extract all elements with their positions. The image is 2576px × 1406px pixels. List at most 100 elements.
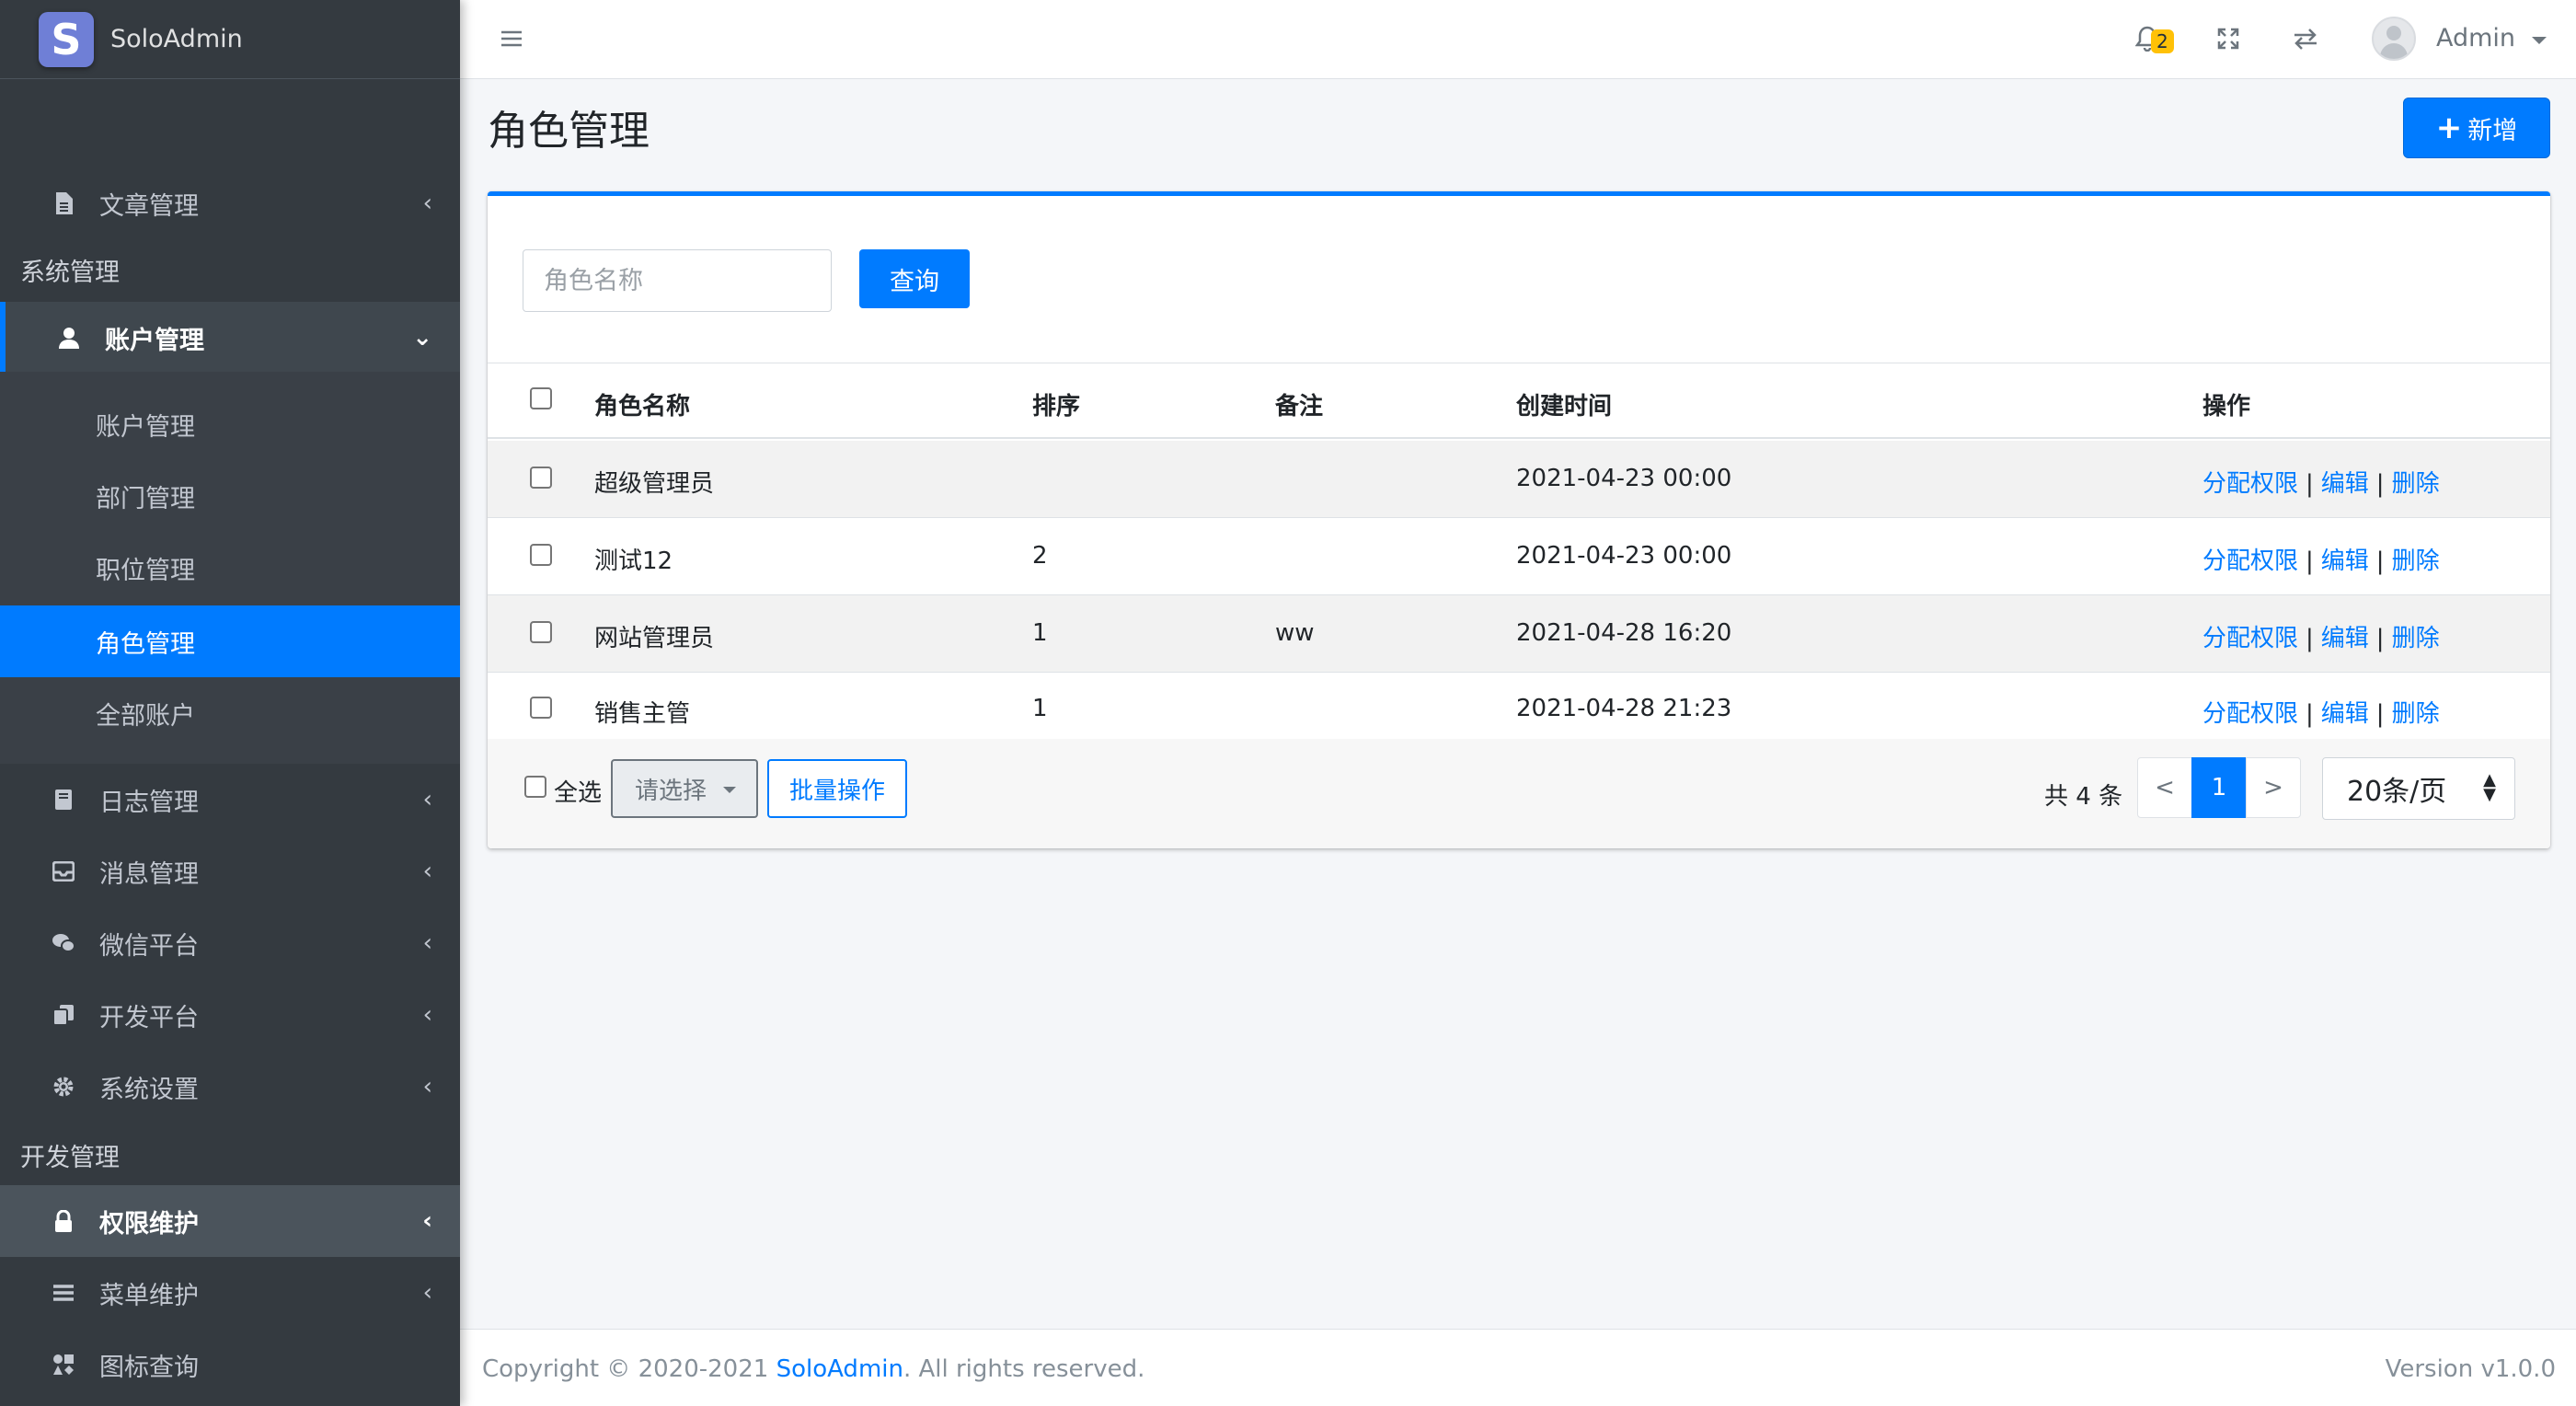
sidebar-subitem-all-accounts[interactable]: 全部账户 [0,677,460,749]
assign-permissions-link[interactable]: 分配权限 [2202,625,2298,652]
sidebar-header-system: 系统管理 [20,259,120,287]
delete-link[interactable]: 删除 [2392,470,2440,498]
batch-operation-button[interactable]: 批量操作 [767,759,907,818]
chevron-left-icon: ‹ [422,1207,432,1235]
query-button[interactable]: 查询 [859,249,970,308]
action-separator: | [2375,700,2385,728]
sidebar-item-articles[interactable]: 文章管理 ‹ [0,167,460,239]
page-footer: Copyright © 2020-2021 SoloAdmin. All rig… [460,1329,2576,1406]
row-checkbox[interactable] [530,697,552,719]
roles-card: 查询 角色名称 排序 备注 创建时间 操作 超级管理员 2021-04-23 0… [488,191,2550,848]
sidebar-header-dev: 开发管理 [20,1144,120,1172]
swap-icon[interactable] [2285,18,2326,59]
delete-link[interactable]: 删除 [2392,547,2440,575]
role-name: 超级管理员 [594,470,715,498]
assign-permissions-link[interactable]: 分配权限 [2202,700,2298,728]
sidebar-subitem-departments[interactable]: 部门管理 [0,460,460,532]
edit-link[interactable]: 编辑 [2321,547,2369,575]
sidebar-item-label: 开发平台 [99,1003,199,1032]
table-footer: 全选 请选择 批量操作 共 4 条 < 1 > 20条/页 ▲ ▼ [488,739,2550,848]
row-actions: 分配权限 | 编辑 | 删除 [2202,542,2440,576]
brand-logo: S [39,11,94,67]
row-checkbox[interactable] [530,621,552,643]
notification-badge: 2 [2151,29,2174,53]
footer-brand-link[interactable]: SoloAdmin [776,1355,903,1383]
sidebar-item-logs[interactable]: 日志管理 ‹ [0,764,460,836]
sidebar-item-icons[interactable]: 图标查询 [0,1329,460,1400]
sidebar: S SoloAdmin 文章管理 ‹ 系统管理 账户管理 ⌄ 账户管理 部门管理… [0,0,460,1406]
sidebar-item-wechat[interactable]: 微信平台 ‹ [0,907,460,979]
caret-down-icon[interactable] [2532,37,2547,44]
column-header-sort: 排序 [1032,393,1081,421]
chevron-left-icon: ‹ [422,929,432,957]
sidebar-item-accounts[interactable]: 账户管理 ⌄ [0,302,460,374]
role-name: 网站管理员 [594,625,715,652]
assign-permissions-link[interactable]: 分配权限 [2202,547,2298,575]
role-name: 测试12 [594,547,673,575]
page-size-select[interactable]: 20条/页 ▲ ▼ [2322,757,2515,820]
sidebar-item-label: 文章管理 [99,191,199,221]
inbox-icon [52,859,75,883]
sidebar-item-messages[interactable]: 消息管理 ‹ [0,836,460,907]
table-row: 销售主管 1 2021-04-28 21:23 分配权限 | 编辑 | 删除 [488,673,2550,739]
menu-toggle-icon[interactable] [491,18,532,59]
add-button[interactable]: + 新增 [2403,98,2550,158]
row-checkbox[interactable] [530,544,552,566]
row-checkbox[interactable] [530,467,552,489]
column-header-actions: 操作 [2202,393,2251,421]
action-separator: | [2306,547,2314,575]
chevron-down-icon: ⌄ [412,324,432,352]
chevron-left-icon: ‹ [422,1073,432,1101]
next-page-button[interactable]: > [2246,757,2301,818]
edit-link[interactable]: 编辑 [2321,700,2369,728]
user-name[interactable]: Admin [2436,24,2515,52]
chevron-left-icon: ‹ [422,786,432,813]
sidebar-subitem-roles[interactable]: 角色管理 [0,605,460,677]
delete-link[interactable]: 删除 [2392,700,2440,728]
file-icon [52,191,75,215]
action-separator: | [2306,470,2314,498]
page-button-current[interactable]: 1 [2191,757,2247,818]
chevron-left-icon: ‹ [422,858,432,885]
page-title: 角色管理 [488,108,650,155]
table-row: 网站管理员 1 ww 2021-04-28 16:20 分配权限 | 编辑 | 删除 [488,595,2550,673]
brand-name: SoloAdmin [110,25,243,53]
fullscreen-icon[interactable] [2208,18,2248,59]
sidebar-item-dev-platform[interactable]: 开发平台 ‹ [0,979,460,1051]
delete-link[interactable]: 删除 [2392,625,2440,652]
select-all-checkbox[interactable] [524,776,546,798]
sidebar-subitem-positions[interactable]: 职位管理 [0,532,460,604]
bars-icon [52,1281,75,1305]
sidebar-item-label: 权限维护 [99,1209,199,1239]
column-header-remark: 备注 [1275,393,1324,421]
lock-icon [52,1209,75,1233]
sidebar-item-menus[interactable]: 菜单维护 ‹ [0,1257,460,1329]
total-count: 共 4 条 [2044,783,2123,811]
add-button-label: 新增 [2467,116,2518,145]
row-actions: 分配权限 | 编辑 | 删除 [2202,695,2440,729]
brand-link[interactable]: S SoloAdmin [0,0,460,79]
prev-page-button[interactable]: < [2137,757,2192,818]
role-name-search-input[interactable] [523,249,832,312]
avatar[interactable] [2372,17,2416,61]
bulk-action-select-value: 请选择 [635,777,707,805]
edit-link[interactable]: 编辑 [2321,470,2369,498]
assign-permissions-link[interactable]: 分配权限 [2202,470,2298,498]
role-sort: 1 [1032,619,1048,647]
sidebar-item-label: 系统设置 [99,1075,199,1104]
sidebar-item-label: 微信平台 [99,931,199,961]
bulk-action-select[interactable]: 请选择 [611,759,758,818]
select-all-header-checkbox[interactable] [530,387,552,409]
role-created: 2021-04-28 16:20 [1516,619,1732,647]
user-icon [57,326,81,350]
sidebar-item-label: 日志管理 [99,788,199,817]
column-header-created: 创建时间 [1516,393,1613,421]
role-created: 2021-04-28 21:23 [1516,695,1732,722]
select-all-label[interactable]: 全选 [554,774,602,808]
sidebar-item-permissions[interactable]: 权限维护 ‹ [0,1185,460,1257]
sidebar-subitem-accounts[interactable]: 账户管理 [0,388,460,460]
edit-link[interactable]: 编辑 [2321,625,2369,652]
row-actions: 分配权限 | 编辑 | 删除 [2202,619,2440,653]
table-row: 超级管理员 2021-04-23 00:00 分配权限 | 编辑 | 删除 [488,441,2550,518]
sidebar-item-settings[interactable]: 系统设置 ‹ [0,1051,460,1123]
